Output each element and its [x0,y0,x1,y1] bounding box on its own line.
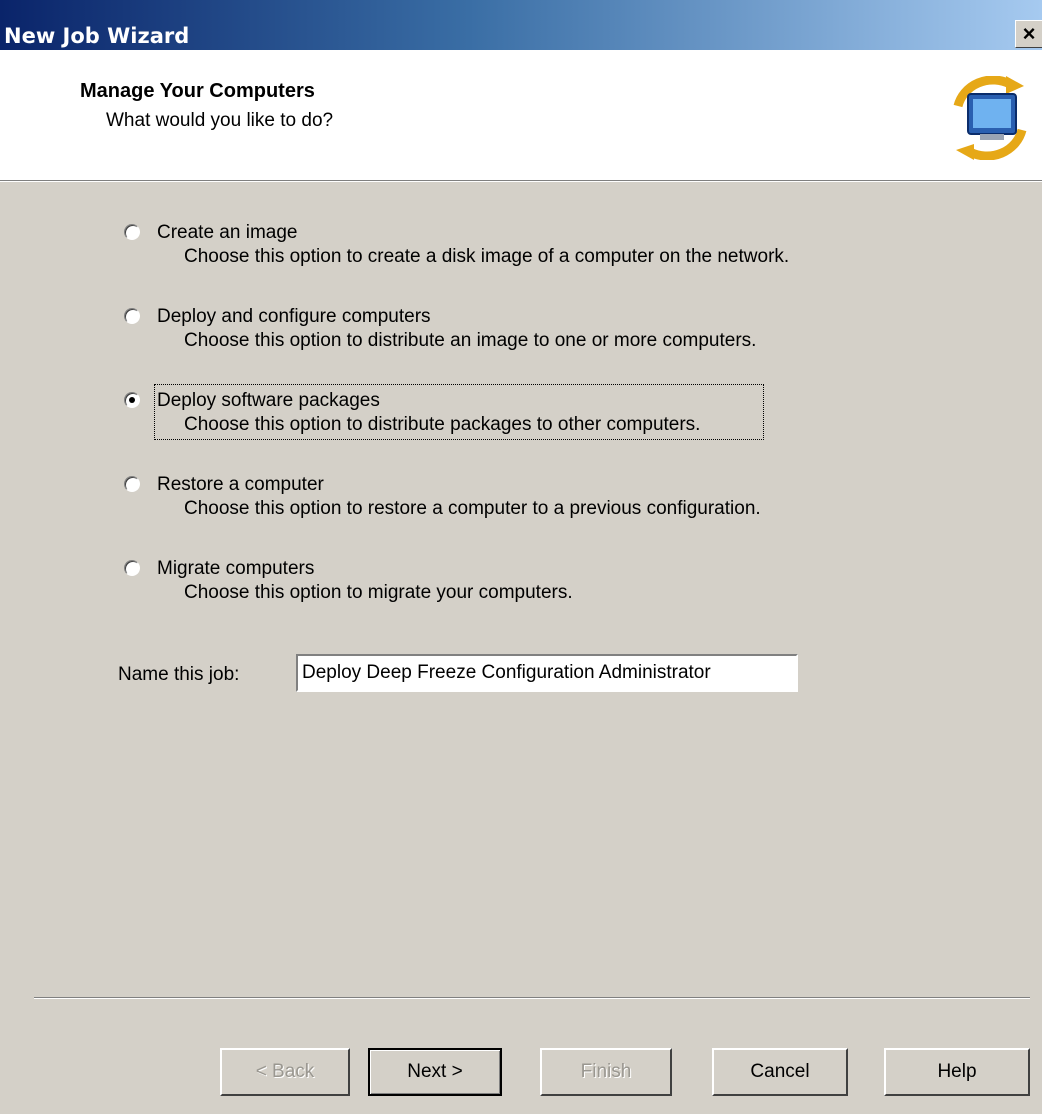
option-description: Choose this option to restore a computer… [184,498,761,519]
close-icon: × [1022,21,1036,46]
option-description: Choose this option to migrate your compu… [184,582,573,603]
page-title: Manage Your Computers [80,80,315,102]
window-title: New Job Wizard [4,24,190,48]
computer-sync-icon [953,76,1027,160]
radio-selected-dot [129,397,135,403]
radio-deploy-software[interactable] [124,392,140,408]
help-button[interactable]: Help [884,1048,1030,1096]
next-button[interactable]: Next > [368,1048,502,1096]
option-label: Restore a computer [157,474,324,495]
option-label: Deploy software packages [157,390,380,411]
page-subtitle: What would you like to do? [106,110,334,131]
wizard-header: Manage Your Computers What would you lik… [0,50,1042,180]
option-description: Choose this option to distribute an imag… [184,330,757,351]
job-name-input[interactable] [296,654,798,692]
close-button[interactable]: × [1015,20,1042,48]
radio-create-image[interactable] [124,224,140,240]
option-description: Choose this option to distribute package… [184,414,701,435]
title-bar: New Job Wizard × [0,0,1042,50]
option-label: Create an image [157,222,298,243]
job-name-label: Name this job: [118,664,240,685]
finish-button[interactable]: Finish [540,1048,672,1096]
cancel-button[interactable]: Cancel [712,1048,848,1096]
back-button[interactable]: < Back [220,1048,350,1096]
option-label: Deploy and configure computers [157,306,431,327]
radio-restore-computer[interactable] [124,476,140,492]
radio-migrate-computers[interactable] [124,560,140,576]
option-description: Choose this option to create a disk imag… [184,246,790,267]
radio-deploy-configure[interactable] [124,308,140,324]
option-label: Migrate computers [157,558,315,579]
